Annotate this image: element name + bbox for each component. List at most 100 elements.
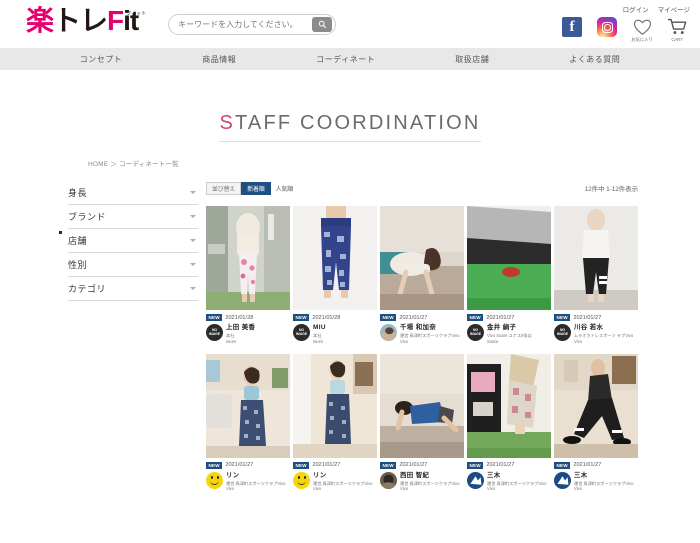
card-meta: NEW 2021/01/27	[467, 314, 551, 322]
card-thumbnail[interactable]	[554, 206, 638, 310]
card-thumbnail[interactable]	[380, 353, 464, 458]
site-logo[interactable]: 楽トレFit フィット	[26, 7, 146, 41]
cart-icon	[667, 18, 686, 35]
card-date: 2021/01/27	[225, 462, 254, 469]
no-image-avatar: NO IMAGE	[467, 324, 484, 342]
card-staff: 千場 和加奈 運営 鳥津町スポーツクラブVivo Vivo	[380, 324, 464, 345]
logo-part-raku: 楽	[26, 5, 54, 36]
nav-item-concept[interactable]: コンセプト	[40, 54, 163, 65]
logo-part-tore: トレ	[53, 5, 108, 36]
nav-item-faq[interactable]: よくある質問	[529, 54, 660, 65]
cart-link[interactable]: CART	[664, 17, 690, 42]
nav-item-stores[interactable]: 取扱店舗	[415, 54, 529, 65]
favorite-link[interactable]: お気に入り	[629, 17, 655, 43]
breadcrumb[interactable]: HOME ＞ コーディネート一覧	[88, 158, 700, 168]
filter-category-label: カテゴリ	[68, 284, 107, 294]
new-badge: NEW	[206, 461, 223, 469]
card-meta: NEW 2021/01/27	[554, 461, 638, 469]
staff-brand: Iwom	[226, 338, 237, 344]
staff-name: 川谷 若水	[574, 324, 604, 332]
coordination-card[interactable]: NEW 2021/01/27 リン 運営 鳥津町スポーツクラブVivo Vivo	[206, 353, 290, 493]
card-thumbnail[interactable]	[554, 353, 638, 458]
search-icon	[318, 20, 326, 28]
new-badge: NEW	[206, 314, 223, 322]
card-thumbnail[interactable]	[467, 353, 551, 458]
staff-store: 運営 鳥津町スポーツクラブVivo	[313, 480, 373, 486]
sort-tab-newest[interactable]: 新着順	[241, 181, 271, 195]
card-thumbnail[interactable]	[206, 353, 290, 458]
nav-item-coordination[interactable]: コーディネート	[276, 54, 415, 65]
smiley-avatar	[293, 471, 310, 489]
card-staff: NO IMAGE 上田 美香 本社 Iwom	[206, 324, 290, 345]
new-badge: NEW	[293, 461, 310, 469]
chevron-down-icon	[190, 239, 196, 242]
coordination-card[interactable]: NEW 2021/01/27 三木 運営 鳥津町スポーツクラブVivo Vivo	[467, 353, 551, 493]
staff-name: 千場 和加奈	[400, 324, 437, 332]
card-meta: NEW 2021/01/27	[380, 314, 464, 322]
card-date: 2021/01/27	[399, 462, 428, 469]
filter-category[interactable]: カテゴリ	[68, 277, 198, 301]
new-badge: NEW	[554, 461, 571, 469]
coordination-card[interactable]: NEW 2021/01/27 NO IMAGE 金井 絹子 Vivo Soare …	[467, 206, 551, 345]
card-date: 2021/01/27	[486, 462, 515, 469]
staff-store: 運営 鳥津町スポーツクラブVivo	[400, 333, 460, 339]
search-input[interactable]	[169, 19, 313, 29]
filter-brand[interactable]: ブランド	[68, 205, 198, 229]
card-thumbnail[interactable]	[293, 206, 377, 310]
filter-sidebar: 身長 ブランド 店舗 性別 カテゴリ	[68, 181, 198, 501]
sort-tabs: 並び替え 新着順 人気順	[206, 181, 298, 195]
coordination-card[interactable]: NEW 2021/01/27 西田 智紀 運営 鳥津町スポーツクラブVivo V…	[380, 353, 464, 493]
search-button[interactable]	[312, 16, 333, 32]
staff-name: 三木	[574, 471, 588, 479]
staff-store: ムラオカトレスポーツ ラブVivo	[574, 333, 634, 339]
card-thumbnail[interactable]	[293, 353, 377, 458]
login-link[interactable]: ログイン	[623, 4, 649, 14]
staff-brand: Vivo	[400, 486, 409, 492]
coordination-card[interactable]: NEW 2021/01/27 リン 運営 鳥津町スポーツクラブVivo Vivo	[293, 353, 377, 493]
card-meta: NEW 2021/01/27	[554, 314, 638, 322]
coordination-card[interactable]: NEW 2021/01/27 三木 運営 鳥津町スポーツクラブVivo Vivo	[554, 353, 638, 493]
instagram-link[interactable]	[594, 17, 620, 37]
photo-avatar	[380, 324, 397, 342]
logo-ruby: フィット	[126, 11, 147, 17]
sort-tab-popular[interactable]: 人気順	[271, 182, 298, 195]
sort-tab-order[interactable]: 並び替え	[206, 181, 242, 195]
new-badge: NEW	[293, 314, 310, 322]
staff-brand: Soare	[487, 338, 499, 344]
card-staff: 三木 運営 鳥津町スポーツクラブVivo Vivo	[467, 471, 551, 493]
photo-avatar	[380, 471, 397, 489]
card-thumbnail[interactable]	[206, 206, 290, 310]
new-badge: NEW	[380, 461, 397, 469]
card-thumbnail[interactable]	[380, 206, 464, 310]
no-image-avatar: NO IMAGE	[206, 324, 223, 342]
facebook-link[interactable]: f	[559, 17, 585, 37]
filter-store-label: 店舗	[68, 236, 88, 246]
filter-brand-label: ブランド	[68, 212, 107, 222]
filter-height[interactable]: 身長	[68, 181, 198, 205]
filter-store[interactable]: 店舗	[68, 229, 198, 253]
new-badge: NEW	[467, 314, 484, 322]
card-staff: NO IMAGE 金井 絹子 Vivo Soare ユナス9条店 Soare	[467, 324, 551, 345]
staff-brand: Vivo	[400, 338, 409, 344]
staff-brand: Vivo	[574, 486, 583, 492]
page-title-area: STAFF COORDINATION	[0, 112, 700, 142]
staff-store: 運営 鳥津町スポーツクラブVivo	[226, 480, 286, 486]
search-box[interactable]	[168, 13, 337, 35]
coordination-card[interactable]: NEW 2021/01/28 NO IMAGE 上田 美香 本社 Iwom	[206, 206, 290, 345]
mypage-link[interactable]: マイページ	[658, 4, 690, 14]
staff-name: MIU	[313, 324, 326, 332]
staff-name: 上田 美香	[226, 324, 256, 332]
favorite-caption: お気に入り	[631, 37, 653, 42]
coordination-card[interactable]: NEW 2021/01/27 千場 和加奈 運営 鳥津町スポーツクラブVivo …	[380, 206, 464, 345]
chevron-down-icon	[190, 263, 196, 266]
coordination-card[interactable]: NEW 2021/01/28 NO IMAGE MIU 本社 Iwom	[293, 206, 377, 345]
nav-item-products[interactable]: 商品情報	[162, 54, 276, 65]
card-meta: NEW 2021/01/27	[206, 461, 290, 469]
staff-store: 運営 鳥津町スポーツクラブVivo	[574, 480, 634, 486]
site-header: 楽トレFit フィット ログイン マイページ f	[0, 0, 700, 48]
card-thumbnail[interactable]	[467, 206, 551, 310]
coordination-card[interactable]: NEW 2021/01/27 NO IMAGE 川谷 若水 ムラオカトレスポーツ …	[554, 206, 638, 345]
no-image-avatar: NO IMAGE	[293, 324, 310, 342]
new-badge: NEW	[380, 314, 397, 322]
filter-gender[interactable]: 性別	[68, 253, 198, 277]
